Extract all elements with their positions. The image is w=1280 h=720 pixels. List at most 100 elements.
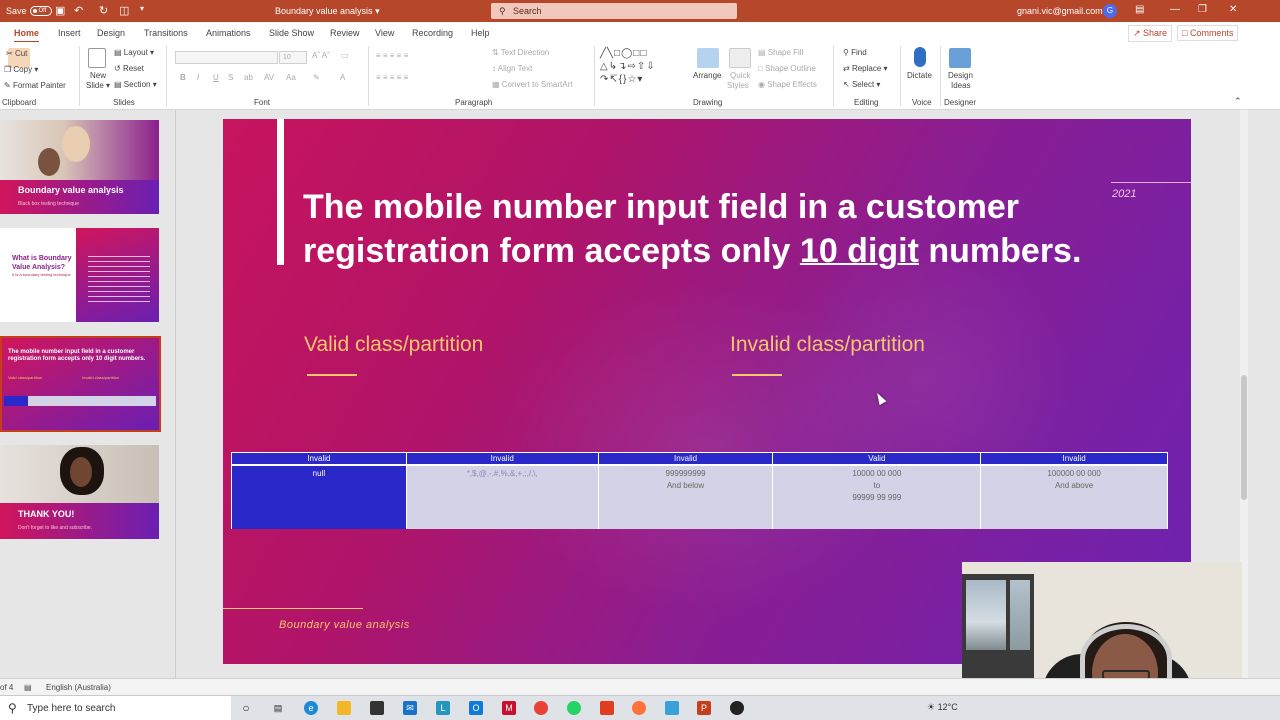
invalid-partition-heading[interactable]: Invalid class/partition (730, 333, 925, 357)
whatsapp-icon[interactable] (567, 701, 581, 715)
share-button[interactable]: ↗ Share (1128, 25, 1173, 42)
mcafee-icon[interactable]: M (502, 701, 516, 715)
avatar[interactable]: G (1103, 4, 1117, 18)
shadow-icon[interactable]: S (228, 73, 233, 82)
tab-animations[interactable]: Animations (206, 28, 251, 38)
underline-icon[interactable]: U (213, 73, 219, 82)
tab-view[interactable]: View (375, 28, 394, 38)
table-header-cell[interactable]: Invalid (980, 452, 1168, 466)
mail-icon[interactable]: ✉ (403, 701, 417, 715)
tab-slide-show[interactable]: Slide Show (269, 28, 314, 38)
office-icon[interactable] (600, 701, 614, 715)
table-header-cell[interactable]: Invalid (597, 452, 774, 466)
taskbar-search[interactable]: ⚲ Type here to search (0, 696, 231, 720)
design-ideas-label2[interactable]: Ideas (951, 81, 971, 90)
store-icon[interactable] (370, 701, 384, 715)
account-email[interactable]: gnani.vic@gmail.com (1017, 6, 1103, 16)
tab-transitions[interactable]: Transitions (144, 28, 188, 38)
tab-home[interactable]: Home (14, 28, 40, 43)
outlook-icon[interactable]: O (469, 701, 483, 715)
bold-icon[interactable]: B (180, 73, 186, 82)
boundary-value-table[interactable]: Invalid Invalid Invalid Valid Invalid nu… (231, 452, 1168, 529)
layout-button[interactable]: ▤ Layout ▾ (114, 48, 154, 57)
dictate-button[interactable]: Dictate (907, 71, 932, 80)
grow-font-icon[interactable]: Aˆ Aˇ (312, 51, 330, 60)
table-header-cell[interactable]: Invalid (405, 452, 599, 466)
select-button[interactable]: ↖ Select ▾ (843, 80, 880, 89)
spacing-icon[interactable]: AV (264, 73, 274, 82)
tab-recording[interactable]: Recording (412, 28, 453, 38)
maximize-icon[interactable]: ❐ (1198, 4, 1207, 15)
text-direction-button[interactable]: ⇅ Text Direction (492, 48, 549, 57)
copy-button[interactable]: ❐ Copy ▾ (4, 65, 38, 74)
slide-thumbnail-4[interactable]: THANK YOU! Don't forget to like and subs… (0, 445, 159, 539)
language-indicator[interactable]: English (Australia) (46, 683, 111, 692)
reset-button[interactable]: ↺ Reset (114, 64, 144, 73)
obs-icon[interactable] (730, 701, 744, 715)
weather-widget[interactable]: ☀ 12°C (927, 702, 958, 713)
save-icon[interactable]: ▣ (55, 4, 65, 17)
slide-title[interactable]: The mobile number input field in a custo… (303, 185, 1163, 273)
microphone-icon[interactable] (914, 47, 926, 67)
shape-effects-button[interactable]: ◉ Shape Effects (758, 80, 817, 89)
redo-icon[interactable]: ↻ (99, 4, 108, 17)
snipping-tool-icon[interactable] (665, 701, 679, 715)
autosave[interactable]: Save Off (6, 6, 52, 16)
arrange-button[interactable]: Arrange (693, 71, 721, 80)
valid-partition-heading[interactable]: Valid class/partition (304, 333, 483, 357)
ribbon-display-icon[interactable]: ▤ (1135, 4, 1144, 15)
new-slide-label[interactable]: New (90, 71, 106, 80)
font-size-dropdown[interactable]: 10 (279, 51, 307, 64)
new-slide-button[interactable]: Slide ▾ (86, 81, 110, 90)
collapse-ribbon-icon[interactable]: ⌃ (1234, 96, 1242, 107)
format-painter-button[interactable]: ✎ Format Painter (4, 81, 66, 90)
scrollbar-thumb[interactable] (1241, 375, 1247, 500)
table-header-cell[interactable]: Invalid (231, 452, 407, 466)
document-title[interactable]: Boundary value analysis ▾ (275, 6, 380, 17)
slide-thumbnail-3-selected[interactable]: The mobile number input field in a custo… (0, 336, 161, 432)
strikethrough-icon[interactable]: ab (244, 73, 253, 82)
replace-button[interactable]: ⇄ Replace ▾ (843, 64, 888, 73)
font-name-dropdown[interactable] (175, 51, 278, 64)
find-button[interactable]: ⚲ Find (843, 48, 867, 57)
search-box[interactable]: ⚲ Search (491, 3, 737, 19)
powerpoint-icon[interactable]: P (697, 701, 711, 715)
undo-icon[interactable]: ↶ (74, 4, 83, 17)
tab-review[interactable]: Review (330, 28, 360, 38)
cut-button[interactable]: ✂ Cut (6, 49, 27, 58)
quick-styles-icon[interactable] (729, 48, 751, 68)
tab-help[interactable]: Help (471, 28, 490, 38)
highlight-icon[interactable]: ✎ (313, 73, 320, 82)
change-case-icon[interactable]: Aa (286, 73, 296, 82)
table-cell[interactable]: null (231, 465, 407, 529)
new-slide-icon[interactable] (88, 48, 106, 68)
section-button[interactable]: ▤ Section ▾ (114, 80, 157, 89)
file-explorer-icon[interactable] (337, 701, 351, 715)
shape-fill-button[interactable]: ▤ Shape Fill (758, 48, 803, 57)
table-header-cell[interactable]: Valid (772, 452, 982, 466)
italic-icon[interactable]: I (197, 73, 199, 82)
arrange-icon[interactable] (697, 48, 719, 68)
autosave-toggle[interactable]: Off (29, 6, 52, 16)
design-ideas-label[interactable]: Design (948, 71, 973, 80)
chrome-icon[interactable] (534, 701, 548, 715)
align-icons[interactable]: ≡ ≡ ≡ ≡ ≡ (376, 73, 408, 82)
slide-thumbnail-2[interactable]: What is Boundary Value Analysis? It is a… (0, 228, 159, 322)
quick-styles-label[interactable]: Quick (730, 71, 750, 80)
convert-smartart-button[interactable]: ▦ Convert to SmartArt (492, 80, 572, 89)
task-view-icon[interactable]: ▤ (271, 701, 285, 715)
tab-insert[interactable]: Insert (58, 28, 81, 38)
table-cell[interactable]: *,$,@,-,#,%,&,+,;,/,\, (405, 465, 599, 529)
comments-button[interactable]: □ Comments (1177, 25, 1239, 41)
table-cell[interactable]: 100000 00 000 And above (980, 465, 1168, 529)
present-icon[interactable]: ◫ (119, 4, 129, 17)
slide-thumbnail-1[interactable]: Boundary value analysis Black box testin… (0, 120, 159, 214)
cortana-icon[interactable]: ○ (239, 701, 253, 715)
edge-icon[interactable]: e (304, 701, 318, 715)
align-text-button[interactable]: ↕ Align Text (492, 64, 532, 73)
table-cell[interactable]: 10000 00 000 to 99999 99 999 (772, 465, 982, 529)
customize-qat-icon[interactable]: ▾ (140, 4, 144, 13)
shape-outline-button[interactable]: □ Shape Outline (758, 64, 816, 73)
clear-formatting-icon[interactable]: ▭ (341, 51, 349, 60)
close-icon[interactable]: ✕ (1229, 4, 1237, 15)
